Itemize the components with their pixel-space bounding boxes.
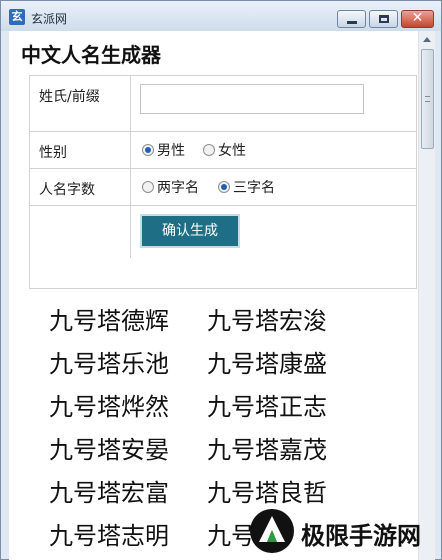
result-name: 九号塔康盛 <box>207 350 327 378</box>
watermark: 极限手游网 <box>243 506 442 560</box>
generator-form: 姓氏/前缀 性别 男性 女性 人名字数 两字名 三字名 确认生成 <box>29 75 417 289</box>
result-name: 九号塔嘉茂 <box>207 436 327 464</box>
length-option-label: 三字名 <box>233 180 275 196</box>
result-row: 九号塔烨然 九号塔正志 <box>49 387 379 430</box>
result-name: 九号塔正志 <box>207 393 327 421</box>
title-bar[interactable]: 玄 玄派网 ✕ <box>1 1 441 31</box>
close-button[interactable]: ✕ <box>401 10 434 28</box>
gender-option-label: 男性 <box>157 143 185 159</box>
watermark-text: 极限手游网 <box>301 522 421 550</box>
gender-option-label: 女性 <box>218 143 246 159</box>
content-area: 中文人名生成器 姓氏/前缀 性别 男性 女性 人名字数 两字名 三字名 确认生成… <box>9 31 435 560</box>
radio-checked-icon <box>142 144 154 156</box>
vertical-scrollbar[interactable] <box>418 31 435 560</box>
maximize-icon <box>379 15 389 23</box>
result-name: 九号塔乐池 <box>49 350 169 378</box>
result-row: 九号塔德辉 九号塔宏浚 <box>49 301 379 344</box>
result-row: 九号塔乐池 九号塔康盛 <box>49 344 379 387</box>
radio-checked-icon <box>218 181 230 193</box>
app-window: 玄 玄派网 ✕ 中文人名生成器 姓氏/前缀 性别 男性 女性 人名字数 两字名 … <box>0 0 442 560</box>
result-name: 九号塔烨然 <box>49 393 169 421</box>
gender-radio-male[interactable]: 男性 <box>142 141 185 159</box>
result-name: 九号塔宏富 <box>49 479 169 507</box>
grip-icon <box>425 96 430 102</box>
close-icon: ✕ <box>411 10 424 26</box>
gender-radio-female[interactable]: 女性 <box>203 141 246 159</box>
result-row: 九号塔安晏 九号塔嘉茂 <box>49 430 379 473</box>
surname-input[interactable] <box>140 84 364 114</box>
length-radio-two[interactable]: 两字名 <box>142 178 199 196</box>
watermark-logo-icon <box>250 509 294 553</box>
surname-row: 姓氏/前缀 <box>30 76 416 132</box>
generate-button[interactable]: 确认生成 <box>140 214 240 248</box>
length-label: 人名字数 <box>30 169 131 205</box>
result-name: 九号塔德辉 <box>49 307 169 335</box>
result-name: 九号塔志明 <box>49 522 169 550</box>
length-row: 人名字数 两字名 三字名 <box>30 169 416 206</box>
minimize-button[interactable] <box>337 10 366 28</box>
submit-label-cell <box>30 206 131 258</box>
radio-unchecked-icon <box>142 181 154 193</box>
window-title: 玄派网 <box>31 12 68 26</box>
maximize-button[interactable] <box>369 10 398 28</box>
submit-row: 确认生成 <box>30 206 416 258</box>
scrollbar-thumb[interactable] <box>421 49 434 149</box>
gender-row: 性别 男性 女性 <box>30 132 416 169</box>
scroll-up-icon[interactable] <box>423 37 431 42</box>
length-radio-three[interactable]: 三字名 <box>218 178 275 196</box>
length-option-label: 两字名 <box>157 180 199 196</box>
result-name: 九号塔宏浚 <box>207 307 327 335</box>
page-title: 中文人名生成器 <box>21 43 161 67</box>
gender-label: 性别 <box>30 132 131 168</box>
surname-label: 姓氏/前缀 <box>30 76 131 131</box>
result-name: 九号塔安晏 <box>49 436 169 464</box>
minimize-icon <box>347 21 357 24</box>
app-icon: 玄 <box>9 9 25 25</box>
radio-unchecked-icon <box>203 144 215 156</box>
